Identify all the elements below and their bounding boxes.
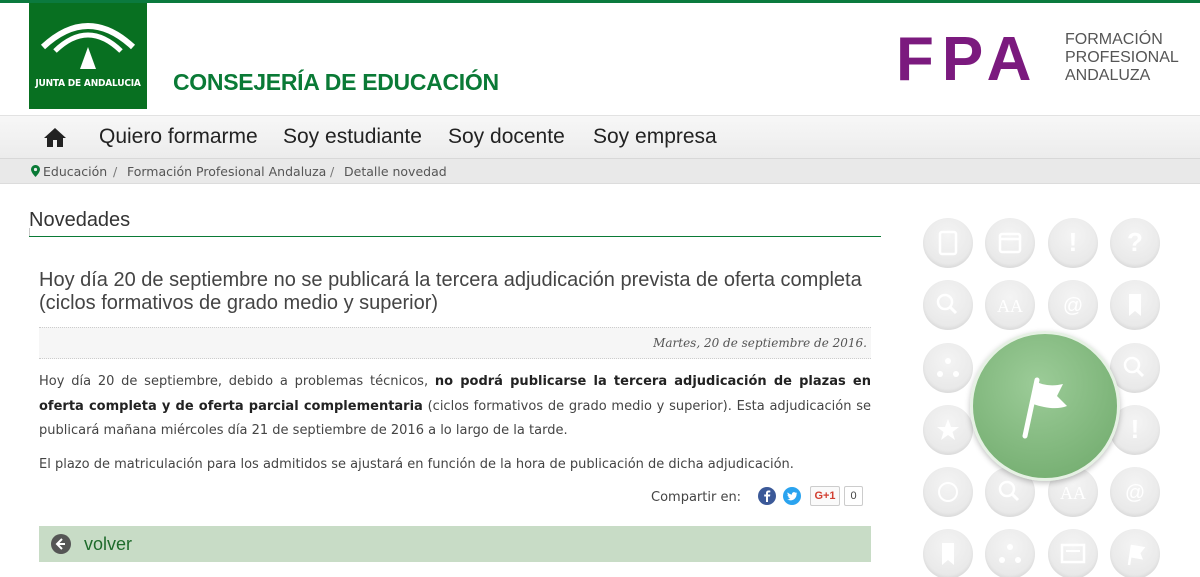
article-paragraph-1: Hoy día 20 de septiembre, debido a probl… (39, 370, 871, 444)
site-header: JUNTA DE ANDALUCIA CONSEJERÍA DE EDUCACI… (0, 3, 1200, 115)
grid-label: AA (1060, 483, 1086, 503)
map-pin-icon (31, 165, 40, 177)
facebook-icon (764, 490, 771, 502)
junta-emblem-icon (40, 23, 136, 69)
date-bar: Martes, 20 de septiembre de 2016. (39, 327, 871, 359)
breadcrumb-item-detalle: Detalle novedad (344, 164, 447, 179)
section-title: Novedades (29, 209, 131, 231)
main-nav: Quiero formarme Soy estudiante Soy docen… (0, 115, 1200, 159)
nav-item-soy-empresa[interactable]: Soy empresa (593, 125, 717, 149)
document-icon (923, 218, 973, 268)
breadcrumb-item-educacion[interactable]: Educación (43, 164, 107, 179)
junta-de-andalucia-logo[interactable]: JUNTA DE ANDALUCIA (29, 3, 147, 109)
featured-flag-icon[interactable] (970, 331, 1120, 481)
share-label: Compartir en: (651, 490, 742, 505)
grid-label: AA (997, 296, 1023, 316)
network-icon (923, 343, 973, 393)
network-icon (985, 529, 1035, 577)
star-icon (923, 405, 973, 455)
home-icon[interactable] (43, 126, 67, 148)
fpa-line-3: ANDALUZA (1065, 67, 1151, 84)
grid-label: ! (1069, 227, 1078, 257)
grid-label: ! (1131, 414, 1140, 444)
breadcrumb-separator: / (113, 164, 118, 179)
breadcrumb-item-fpa[interactable]: Formación Profesional Andaluza (127, 164, 326, 179)
fpa-line-1: FORMACIÓN (1065, 31, 1163, 48)
fpa-subtitle: FORMACIÓN PROFESIONAL ANDALUZA (1065, 31, 1200, 85)
article-paragraph-2: El plazo de matriculación para los admit… (39, 457, 794, 472)
breadcrumb: Educación / Formación Profesional Andalu… (0, 159, 1200, 184)
news-icon (1048, 529, 1098, 577)
font-size-icon: AA (985, 280, 1035, 330)
bookmark-icon (923, 529, 973, 577)
calendar-icon (985, 218, 1035, 268)
grid-label: @ (1063, 295, 1083, 317)
consejeria-title[interactable]: CONSEJERÍA DE EDUCACIÓN (173, 69, 499, 96)
article-date: Martes, 20 de septiembre de 2016. (653, 336, 867, 350)
question-icon (923, 467, 973, 517)
nav-item-quiero-formarme[interactable]: Quiero formarme (99, 125, 258, 149)
bookmark-icon (1110, 280, 1160, 330)
email-icon: @ (1048, 280, 1098, 330)
volver-button[interactable]: volver (39, 526, 871, 562)
question-icon: ? (1110, 218, 1160, 268)
volver-label: volver (84, 534, 133, 554)
grid-label: @ (1125, 482, 1145, 504)
exclamation-icon: ! (1048, 218, 1098, 268)
google-plus-count: 0 (844, 486, 863, 506)
section-divider (29, 236, 881, 237)
back-arrow-icon (51, 534, 71, 554)
email-icon: @ (1110, 467, 1160, 517)
flag-icon (1110, 529, 1160, 577)
junta-label: JUNTA DE ANDALUCIA (35, 78, 141, 89)
paragraph-text: Hoy día 20 de septiembre, debido a probl… (39, 374, 435, 389)
breadcrumb-separator: / (330, 164, 335, 179)
twitter-icon (787, 492, 798, 501)
search-icon (1110, 343, 1160, 393)
facebook-share-button[interactable] (758, 487, 776, 505)
article-title: Hoy día 20 de septiembre no se publicará… (39, 269, 862, 314)
nav-item-soy-estudiante[interactable]: Soy estudiante (283, 125, 422, 149)
google-plus-button[interactable]: G+1 (810, 486, 840, 506)
nav-item-soy-docente[interactable]: Soy docente (448, 125, 565, 149)
grid-label: ? (1127, 227, 1143, 257)
fpa-letters: FPA (896, 25, 1040, 94)
twitter-share-button[interactable] (783, 487, 801, 505)
search-icon (923, 280, 973, 330)
fpa-line-2: PROFESIONAL (1065, 49, 1179, 66)
